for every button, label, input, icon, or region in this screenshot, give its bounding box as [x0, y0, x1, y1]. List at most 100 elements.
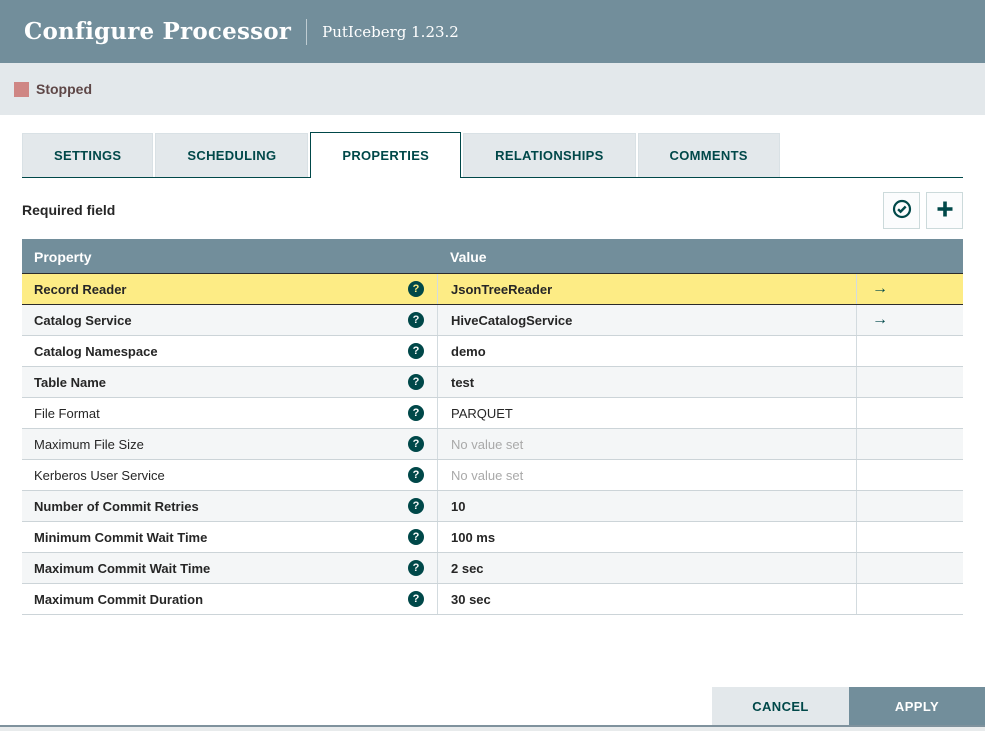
tab-comments[interactable]: COMMENTS — [637, 133, 780, 177]
column-header-value: Value — [450, 248, 487, 265]
property-row[interactable]: Table Name? test — [22, 367, 963, 398]
help-question-icon[interactable]: ? — [408, 405, 424, 421]
help-question-icon[interactable]: ? — [408, 436, 424, 452]
help-question-icon[interactable]: ? — [408, 560, 424, 576]
property-name-cell: Kerberos User Service? — [22, 460, 437, 490]
property-name-cell: Number of Commit Retries? — [22, 491, 437, 521]
property-name-cell: File Format? — [22, 398, 437, 428]
verify-properties-button[interactable] — [883, 191, 920, 229]
cancel-button[interactable]: CANCEL — [712, 687, 849, 726]
property-value-cell[interactable]: 10 — [437, 491, 856, 521]
help-question-icon[interactable]: ? — [408, 498, 424, 514]
tab-settings[interactable]: SETTINGS — [22, 133, 154, 177]
status-label: Stopped — [36, 81, 92, 97]
apply-button[interactable]: APPLY — [849, 687, 985, 726]
plus-icon — [935, 199, 955, 222]
tab-relationships[interactable]: RELATIONSHIPS — [463, 133, 636, 177]
title-separator — [306, 18, 308, 45]
row-actions-cell: → — [856, 274, 963, 304]
properties-table: Property Value Record Reader? JsonTreeRea… — [22, 239, 963, 615]
dialog-footer: CANCEL APPLY — [712, 687, 985, 726]
property-value-cell[interactable]: test — [437, 367, 856, 397]
property-name: Record Reader — [34, 281, 127, 297]
property-value-cell[interactable]: 30 sec — [437, 584, 856, 614]
table-header-row: Property Value — [22, 239, 963, 274]
add-property-button[interactable] — [926, 191, 963, 229]
property-value-cell[interactable]: No value set — [437, 429, 856, 459]
property-name: Number of Commit Retries — [34, 498, 199, 514]
tab-scheduling[interactable]: SCHEDULING — [155, 133, 309, 177]
property-row[interactable]: Minimum Commit Wait Time? 100 ms — [22, 522, 963, 553]
property-row[interactable]: File Format? PARQUET — [22, 398, 963, 429]
column-header-property: Property — [34, 248, 92, 265]
row-actions-cell: → — [856, 305, 963, 335]
property-row[interactable]: Catalog Namespace? demo — [22, 336, 963, 367]
property-name-cell: Catalog Namespace? — [22, 336, 437, 366]
property-row[interactable]: Number of Commit Retries? 10 — [22, 491, 963, 522]
property-value-cell[interactable]: 2 sec — [437, 553, 856, 583]
row-actions-cell — [856, 522, 963, 552]
property-row[interactable]: Record Reader? JsonTreeReader → — [22, 273, 963, 305]
property-value: HiveCatalogService — [451, 312, 573, 328]
property-name-cell: Record Reader? — [22, 274, 437, 304]
help-question-icon[interactable]: ? — [408, 467, 424, 483]
property-value: 100 ms — [451, 529, 496, 545]
property-value: No value set — [451, 467, 524, 483]
dialog-header: Configure Processor PutIceberg 1.23.2 — [0, 0, 985, 63]
help-question-icon[interactable]: ? — [408, 591, 424, 607]
go-to-controller-service-icon[interactable]: → — [872, 312, 888, 328]
property-value: PARQUET — [451, 405, 513, 421]
table-body: Record Reader? JsonTreeReader → Catalog Ser… — [22, 273, 963, 615]
property-name-cell: Minimum Commit Wait Time? — [22, 522, 437, 552]
processor-name-version: PutIceberg 1.23.2 — [322, 22, 459, 41]
properties-toolbar: Required field — [22, 191, 963, 229]
property-name: Maximum Commit Duration — [34, 591, 204, 607]
property-value-cell[interactable]: JsonTreeReader — [437, 274, 856, 304]
go-to-controller-service-icon[interactable]: → — [872, 281, 888, 297]
help-question-icon[interactable]: ? — [408, 529, 424, 545]
stopped-status-icon — [14, 81, 29, 97]
property-value-cell[interactable]: No value set — [437, 460, 856, 490]
help-question-icon[interactable]: ? — [408, 281, 424, 297]
property-name: Kerberos User Service — [34, 467, 165, 483]
property-name: Maximum Commit Wait Time — [34, 560, 211, 576]
property-name: Minimum Commit Wait Time — [34, 529, 208, 545]
property-row[interactable]: Maximum File Size? No value set — [22, 429, 963, 460]
dialog-title: Configure Processor — [24, 18, 292, 45]
required-field-label: Required field — [22, 202, 116, 218]
row-actions-cell — [856, 367, 963, 397]
tab-properties[interactable]: PROPERTIES — [310, 132, 462, 178]
row-actions-cell — [856, 398, 963, 428]
property-name-cell: Catalog Service? — [22, 305, 437, 335]
help-question-icon[interactable]: ? — [408, 343, 424, 359]
property-value: test — [451, 374, 475, 390]
property-value-cell[interactable]: HiveCatalogService — [437, 305, 856, 335]
property-value: 10 — [451, 498, 466, 514]
property-value: JsonTreeReader — [451, 281, 553, 297]
property-name-cell: Maximum Commit Wait Time? — [22, 553, 437, 583]
property-value: demo — [451, 343, 486, 359]
help-question-icon[interactable]: ? — [408, 312, 424, 328]
row-actions-cell — [856, 336, 963, 366]
check-circle-icon — [892, 199, 912, 222]
help-question-icon[interactable]: ? — [408, 374, 424, 390]
property-row[interactable]: Kerberos User Service? No value set — [22, 460, 963, 491]
property-name-cell: Maximum Commit Duration? — [22, 584, 437, 614]
dialog-bottom-edge — [0, 725, 985, 731]
row-actions-cell — [856, 584, 963, 614]
tab-strip: SETTINGS SCHEDULING PROPERTIES RELATIONSHIP… — [22, 132, 963, 178]
status-bar: Stopped — [0, 63, 985, 115]
property-name: Catalog Namespace — [34, 343, 158, 359]
property-name-cell: Maximum File Size? — [22, 429, 437, 459]
property-value-cell[interactable]: PARQUET — [437, 398, 856, 428]
property-value-cell[interactable]: 100 ms — [437, 522, 856, 552]
toolbar-buttons — [877, 191, 963, 229]
property-name: Table Name — [34, 374, 107, 390]
property-row[interactable]: Maximum Commit Duration? 30 sec — [22, 584, 963, 615]
row-actions-cell — [856, 553, 963, 583]
dialog-content: SETTINGS SCHEDULING PROPERTIES RELATIONSHIP… — [0, 132, 985, 615]
property-row[interactable]: Catalog Service? HiveCatalogService → — [22, 305, 963, 336]
property-value-cell[interactable]: demo — [437, 336, 856, 366]
property-name: Maximum File Size — [34, 436, 144, 452]
property-row[interactable]: Maximum Commit Wait Time? 2 sec — [22, 553, 963, 584]
